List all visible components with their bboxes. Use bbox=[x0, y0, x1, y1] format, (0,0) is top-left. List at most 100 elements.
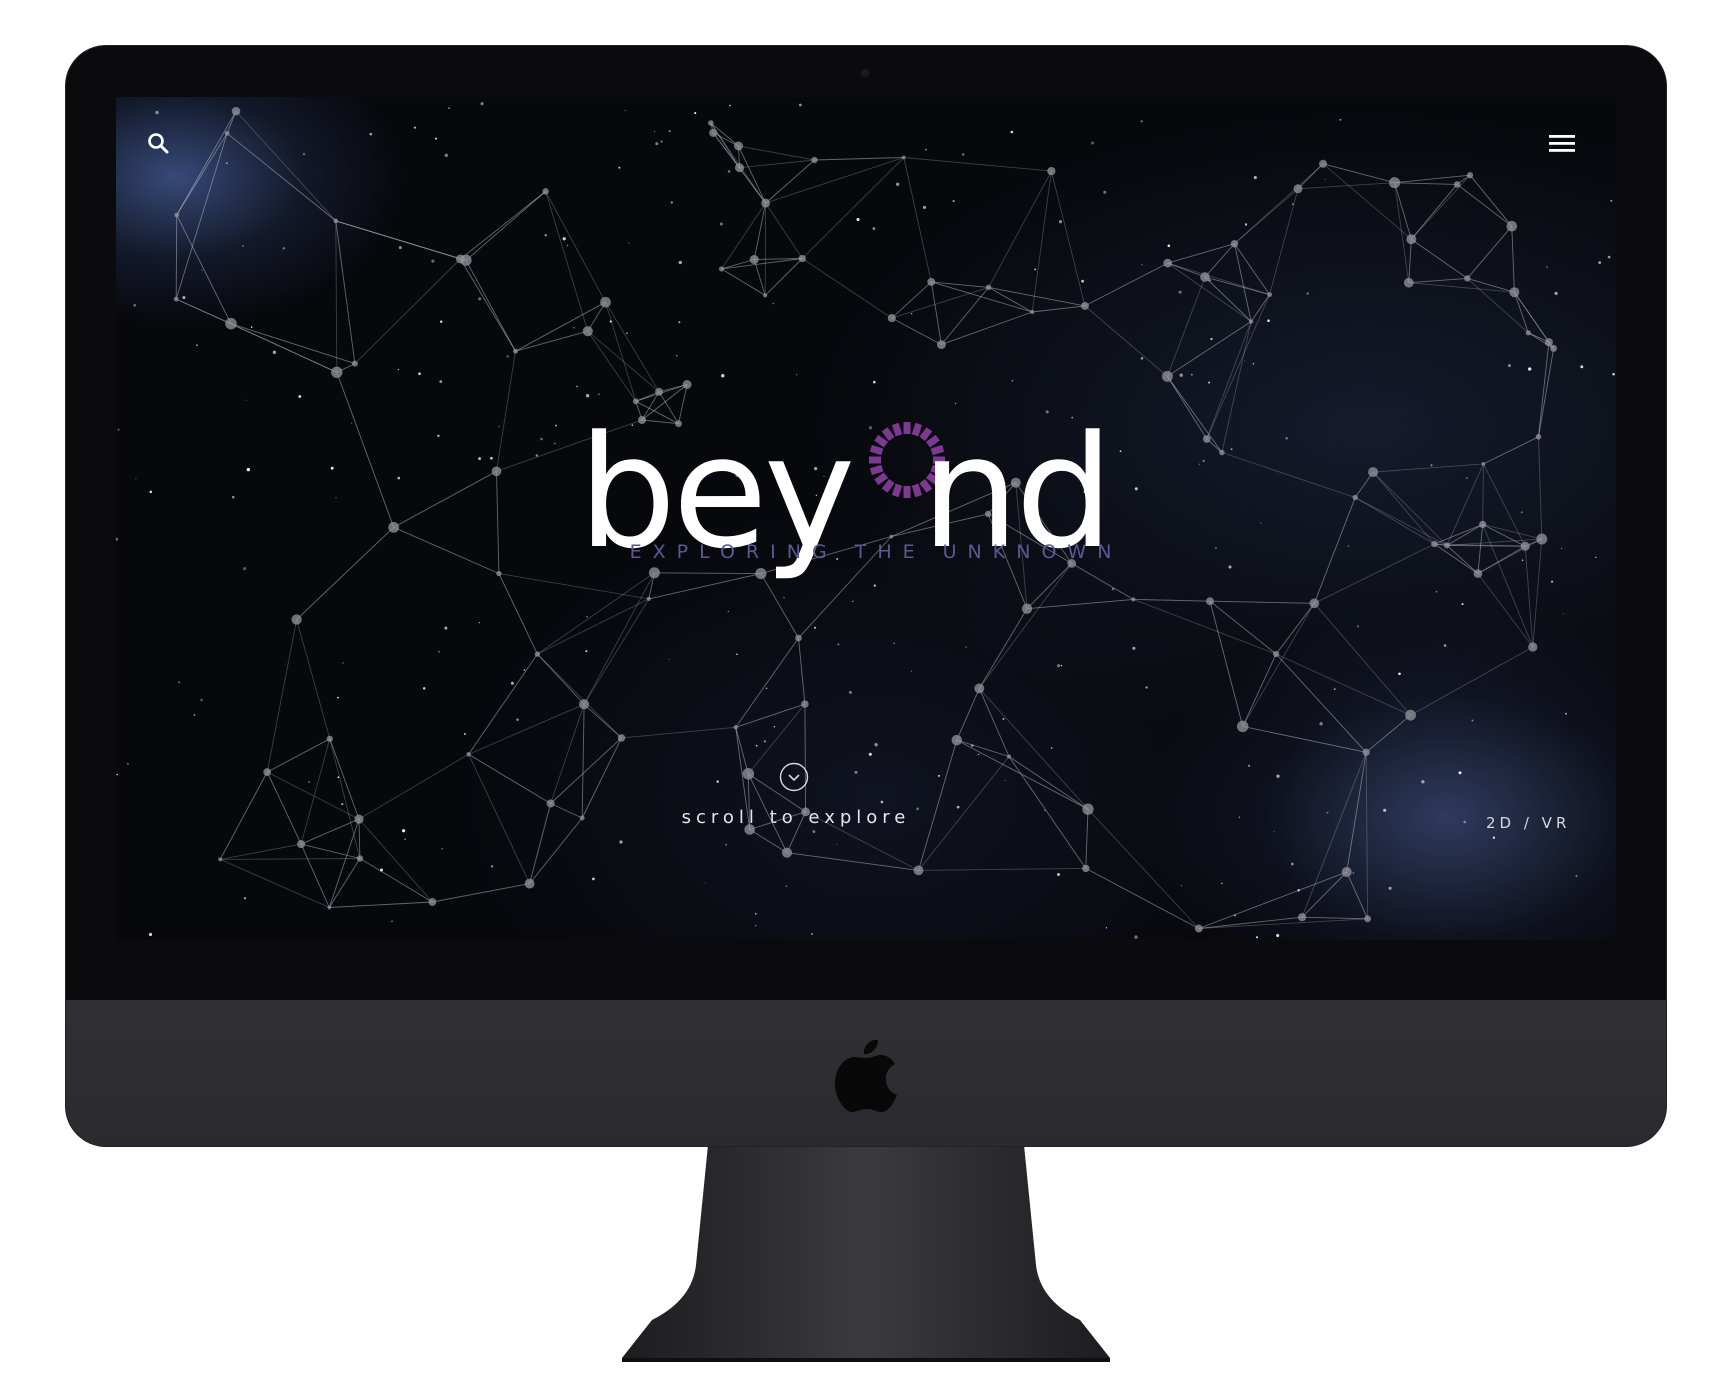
logo-ring-segment bbox=[874, 472, 889, 486]
star bbox=[1208, 381, 1211, 384]
star bbox=[335, 497, 337, 499]
apple-icon bbox=[834, 1039, 897, 1112]
network-edge bbox=[1410, 646, 1534, 716]
network-edge bbox=[336, 372, 395, 528]
star bbox=[1421, 780, 1425, 784]
network-edge bbox=[515, 330, 588, 352]
network-edge bbox=[1446, 545, 1479, 574]
star bbox=[660, 140, 663, 143]
network-node bbox=[1309, 598, 1320, 609]
star bbox=[799, 103, 802, 107]
network-edge bbox=[1511, 226, 1515, 293]
star bbox=[480, 102, 484, 106]
star bbox=[1551, 580, 1554, 583]
network-edge bbox=[1313, 497, 1356, 604]
network-edge bbox=[891, 281, 932, 319]
network-node bbox=[542, 188, 549, 195]
network-node bbox=[460, 254, 472, 266]
network-edge bbox=[1469, 174, 1513, 227]
star bbox=[852, 600, 854, 603]
star bbox=[285, 287, 287, 289]
star bbox=[1221, 882, 1223, 885]
star bbox=[149, 490, 153, 494]
network-edge bbox=[891, 317, 942, 345]
network-node bbox=[1368, 467, 1379, 478]
network-edge bbox=[739, 167, 766, 204]
network-node bbox=[326, 735, 333, 742]
star bbox=[1273, 830, 1275, 832]
network-edge bbox=[1026, 598, 1134, 610]
star bbox=[1471, 719, 1474, 722]
network-node bbox=[1194, 924, 1203, 933]
network-edge bbox=[735, 703, 806, 728]
network-edge bbox=[605, 302, 637, 402]
star bbox=[668, 658, 670, 660]
scroll-down-button[interactable] bbox=[779, 762, 809, 792]
network-node bbox=[913, 865, 924, 876]
star bbox=[1580, 365, 1584, 369]
network-edge bbox=[329, 738, 360, 820]
network-node bbox=[1267, 292, 1273, 298]
network-node bbox=[1520, 541, 1530, 551]
network-edge bbox=[296, 526, 395, 620]
star bbox=[1326, 811, 1329, 814]
star bbox=[911, 313, 913, 315]
star bbox=[1458, 771, 1462, 775]
menu-button[interactable] bbox=[1548, 131, 1576, 155]
star bbox=[795, 373, 798, 376]
network-edge bbox=[765, 202, 803, 259]
network-edge bbox=[1314, 543, 1435, 604]
network-node bbox=[327, 905, 332, 910]
star bbox=[444, 626, 448, 630]
network-edge bbox=[1538, 342, 1550, 437]
star bbox=[1492, 836, 1496, 839]
star bbox=[1191, 374, 1193, 376]
network-node bbox=[351, 360, 358, 367]
star bbox=[872, 380, 876, 384]
network-node bbox=[1466, 172, 1474, 179]
star bbox=[1285, 437, 1288, 440]
network-node bbox=[1431, 540, 1438, 548]
star bbox=[1595, 556, 1597, 559]
star bbox=[245, 399, 247, 401]
network-edge bbox=[176, 133, 228, 216]
network-edge bbox=[1477, 524, 1484, 574]
hamburger-menu-icon bbox=[1549, 135, 1575, 152]
star bbox=[298, 395, 302, 398]
network-node bbox=[356, 855, 364, 862]
star bbox=[1507, 364, 1511, 368]
star bbox=[554, 424, 557, 427]
star bbox=[126, 762, 129, 765]
network-edge bbox=[1032, 305, 1085, 313]
network-node bbox=[1464, 275, 1471, 282]
network-node bbox=[709, 128, 718, 137]
star bbox=[812, 830, 816, 834]
network-edge bbox=[175, 214, 178, 300]
star bbox=[303, 153, 305, 155]
search-button[interactable] bbox=[146, 131, 170, 155]
network-edge bbox=[918, 867, 1086, 871]
logo-ring-segment bbox=[874, 434, 889, 448]
imac-mockup: bey nd EXPLORING THE UNKNOWN scroll to e… bbox=[0, 0, 1722, 1394]
star bbox=[506, 355, 509, 358]
network-node bbox=[887, 314, 896, 323]
network-node bbox=[1389, 177, 1401, 189]
network-edge bbox=[358, 818, 433, 903]
view-mode-toggle[interactable]: 2D / VR bbox=[1486, 814, 1596, 832]
network-node bbox=[1352, 494, 1358, 501]
network-node bbox=[927, 277, 936, 286]
network-edge bbox=[358, 819, 361, 859]
network-edge bbox=[266, 619, 298, 773]
network-node bbox=[1405, 709, 1416, 721]
star bbox=[716, 780, 719, 783]
network-node bbox=[1230, 239, 1239, 248]
star bbox=[1324, 178, 1326, 180]
network-edge bbox=[266, 738, 331, 773]
star bbox=[116, 773, 118, 776]
star bbox=[1546, 266, 1548, 268]
network-node bbox=[1341, 866, 1352, 878]
network-edge bbox=[978, 688, 1089, 810]
network-node bbox=[749, 254, 759, 265]
network-edge bbox=[328, 858, 361, 908]
star bbox=[1554, 291, 1558, 295]
